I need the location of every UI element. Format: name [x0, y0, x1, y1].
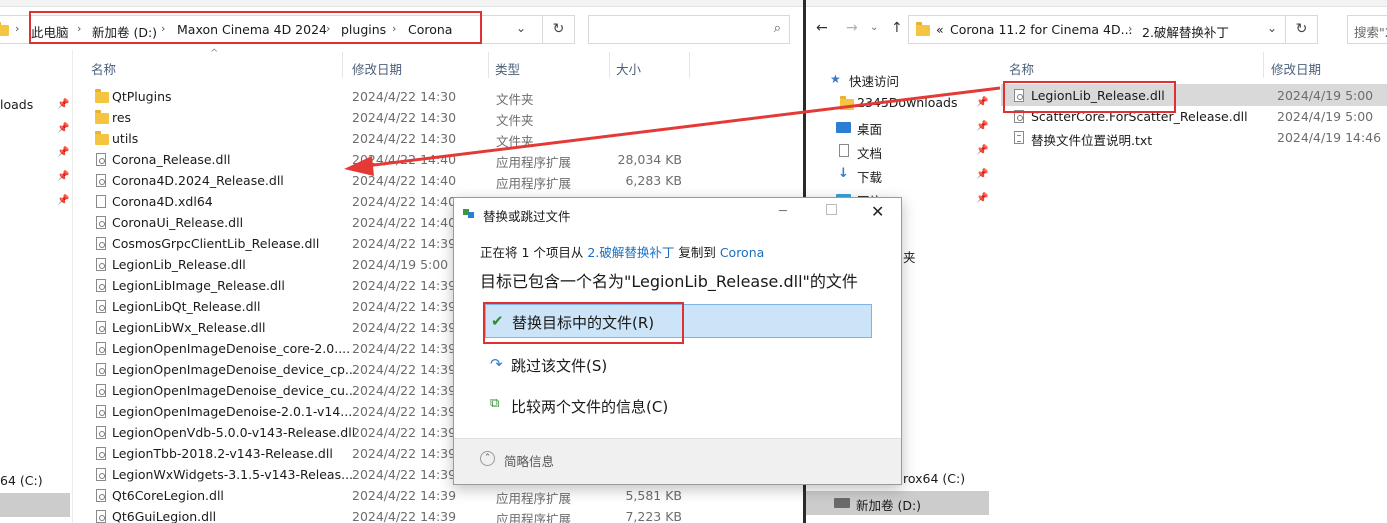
- dialog-copy-info: 正在将 1 个项目从 2.破解替换补丁 复制到 Corona: [480, 242, 764, 261]
- dialog-app-icon: [463, 209, 475, 218]
- skip-icon: ↷: [490, 355, 503, 373]
- fewer-details-label: 简略信息: [504, 454, 555, 469]
- dialog-heading: 目标已包含一个名为"LegionLib_Release.dll"的文件: [480, 272, 858, 291]
- maximize-icon[interactable]: [826, 204, 837, 215]
- skip-file-label: 跳过该文件(S): [511, 357, 608, 375]
- copy-target-link[interactable]: Corona: [720, 245, 764, 260]
- minimize-icon[interactable]: ─: [779, 204, 787, 219]
- compare-icon: ⧉: [490, 396, 500, 411]
- copy-info-mid: 复制到: [678, 245, 716, 260]
- copy-info-prefix: 正在将 1 个项目从: [480, 245, 584, 260]
- compare-files-label: 比较两个文件的信息(C): [511, 398, 669, 416]
- replace-or-skip-dialog: 替换或跳过文件 ─ ✕ 正在将 1 个项目从 2.破解替换补丁 复制到 Coro…: [453, 197, 902, 485]
- close-icon[interactable]: ✕: [871, 202, 884, 221]
- skip-file-button[interactable]: ↷ 跳过该文件(S): [485, 348, 872, 382]
- chevron-up-icon: ⌃: [480, 451, 495, 466]
- arrow-head: [344, 156, 374, 176]
- highlight-box-replace-option: [483, 302, 684, 344]
- arrow-shaft: [365, 86, 1001, 168]
- dialog-footer: ⌃ 简略信息: [454, 438, 901, 484]
- dialog-title: 替换或跳过文件: [483, 209, 571, 224]
- copy-source-link[interactable]: 2.破解替换补丁: [587, 245, 674, 260]
- compare-files-button[interactable]: ⧉ 比较两个文件的信息(C): [485, 389, 872, 423]
